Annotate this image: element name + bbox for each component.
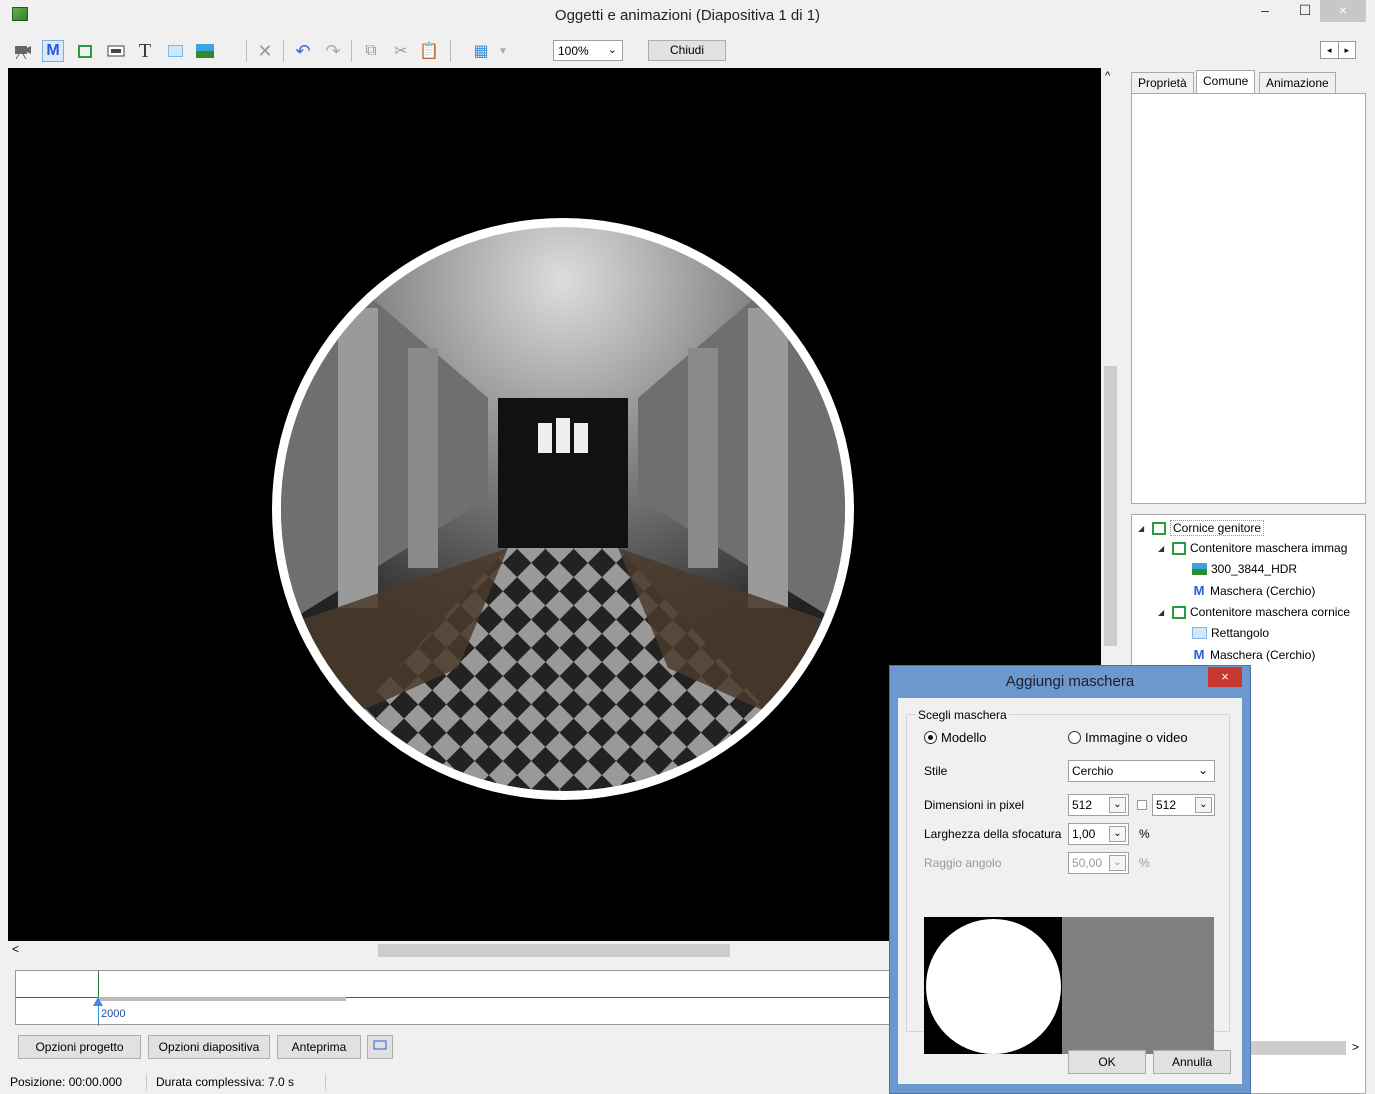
expand-icon[interactable]: ◢ <box>1158 544 1168 553</box>
blur-width-label: Larghezza della sfocatura <box>924 827 1062 841</box>
mask-icon: M <box>1193 647 1205 662</box>
rectangle-icon <box>1192 627 1207 639</box>
add-mask-dialog: Aggiungi maschera × Scegli maschera Mode… <box>889 665 1251 1094</box>
close-window-button[interactable]: × <box>1320 0 1366 22</box>
tree-item[interactable]: ◢ Contenitore maschera immag <box>1158 541 1347 555</box>
title-bar: Oggetti e animazioni (Diapositiva 1 di 1… <box>0 0 1375 32</box>
height-select[interactable]: 512 ⌄ <box>1152 794 1215 816</box>
tree-item[interactable]: M Maschera (Cerchio) <box>1192 647 1316 662</box>
extra-view-button[interactable] <box>367 1035 393 1059</box>
projector-icon[interactable] <box>12 40 34 62</box>
nav-arrows: ◂ ▸ <box>1320 41 1356 59</box>
position-status: Posizione: 00:00.000 <box>10 1075 123 1089</box>
ok-button[interactable]: OK <box>1068 1050 1146 1074</box>
grid-icon[interactable]: ▦ <box>470 40 492 62</box>
width-select[interactable]: 512 ⌄ <box>1068 794 1129 816</box>
text-icon[interactable]: T <box>134 40 156 62</box>
frame-icon <box>1172 541 1186 555</box>
redo-icon[interactable]: ↷ <box>322 40 344 62</box>
horizontal-scroll-thumb[interactable] <box>378 944 730 957</box>
tree-item[interactable]: Rettangolo <box>1192 626 1269 640</box>
style-label: Stile <box>924 764 948 778</box>
window-title: Oggetti e animazioni (Diapositiva 1 di 1… <box>554 7 821 24</box>
chevron-down-icon: ⌄ <box>1109 826 1126 842</box>
tree-item[interactable]: 300_3844_HDR <box>1192 562 1297 576</box>
image-video-radio[interactable]: Immagine o video <box>1068 730 1188 745</box>
project-options-button[interactable]: Opzioni progetto <box>18 1035 141 1059</box>
copy-icon[interactable]: ⧉ <box>360 40 382 62</box>
expand-icon[interactable]: ◢ <box>1158 608 1168 617</box>
tree-item[interactable]: ◢ Cornice genitore <box>1138 520 1265 536</box>
zoom-select[interactable]: 100% ⌄ <box>553 40 623 61</box>
chevron-down-icon: ⌄ <box>1195 797 1212 813</box>
delete-icon[interactable]: ✕ <box>254 40 276 62</box>
next-arrow-icon[interactable]: ▸ <box>1339 42 1356 58</box>
frame-icon <box>1152 521 1166 535</box>
dialog-close-button[interactable]: × <box>1208 667 1242 687</box>
lock-ratio-checkbox[interactable] <box>1137 800 1147 810</box>
tree-horizontal-scroll-thumb[interactable] <box>1248 1041 1346 1055</box>
timeline-duration-bar <box>98 997 346 1001</box>
dimensions-label: Dimensioni in pixel <box>924 798 1025 812</box>
chevron-down-icon: ⌄ <box>607 44 617 56</box>
dialog-body: Scegli maschera Modello Immagine o video… <box>898 698 1242 1084</box>
paste-icon[interactable]: 📋 <box>418 40 440 62</box>
image-icon[interactable] <box>194 40 216 62</box>
button-object-icon[interactable] <box>105 40 127 62</box>
keyframe-time: 2000 <box>101 1008 126 1020</box>
timeline-cursor[interactable] <box>98 971 99 997</box>
radius-unit: % <box>1139 856 1150 870</box>
close-button[interactable]: Chiudi <box>648 40 726 61</box>
mask-circle-shape <box>926 919 1061 1054</box>
blur-unit: % <box>1139 827 1150 841</box>
rectangle-icon[interactable] <box>164 40 186 62</box>
window-icon <box>373 1040 387 1050</box>
cut-icon[interactable]: ✂ <box>390 40 412 62</box>
toolbar: M T ✕ ↶ ↷ ⧉ ✂ 📋 ▦ ▼ 100% ⌄ Chiudi ◂ ▸ <box>0 32 1375 68</box>
scroll-left-arrow-icon[interactable]: < <box>12 942 19 956</box>
prev-arrow-icon[interactable]: ◂ <box>1321 42 1339 58</box>
radio-checked-icon <box>924 731 937 744</box>
tree-item[interactable]: ◢ Contenitore maschera cornice <box>1158 605 1350 619</box>
tab-animation[interactable]: Animazione <box>1259 72 1336 94</box>
template-radio[interactable]: Modello <box>924 730 987 745</box>
chevron-down-icon: ⌄ <box>1109 797 1126 813</box>
slide-options-button[interactable]: Opzioni diapositiva <box>148 1035 270 1059</box>
expand-icon[interactable]: ◢ <box>1138 524 1148 533</box>
chevron-down-icon: ⌄ <box>1109 855 1126 871</box>
scroll-up-arrow-icon[interactable]: ^ <box>1105 70 1110 82</box>
frame-icon <box>1172 605 1186 619</box>
blur-width-select[interactable]: 1,00 ⌄ <box>1068 823 1129 845</box>
style-select[interactable]: Cerchio ⌄ <box>1068 760 1215 782</box>
tab-properties[interactable]: Proprietà <box>1131 72 1194 94</box>
chevron-down-icon: ⌄ <box>1197 763 1208 777</box>
tree-item[interactable]: M Maschera (Cerchio) <box>1192 583 1316 598</box>
mask-preview <box>924 917 1214 1054</box>
corner-radius-label: Raggio angolo <box>924 856 1002 870</box>
corner-radius-select: 50,00 ⌄ <box>1068 852 1129 874</box>
cancel-button[interactable]: Annulla <box>1153 1050 1231 1074</box>
radio-unchecked-icon <box>1068 731 1081 744</box>
vertical-scroll-thumb[interactable] <box>1104 366 1117 646</box>
frame-icon[interactable] <box>74 40 96 62</box>
tab-common[interactable]: Comune <box>1196 70 1256 94</box>
properties-pane <box>1131 93 1366 504</box>
grid-dropdown-icon[interactable]: ▼ <box>492 40 514 62</box>
undo-icon[interactable]: ↶ <box>292 40 314 62</box>
maximize-button[interactable]: ☐ <box>1290 0 1320 22</box>
scroll-right-arrow-icon[interactable]: > <box>1352 1040 1359 1054</box>
mask-group-label: Scegli maschera <box>916 708 1009 722</box>
minimize-button[interactable]: – <box>1250 0 1280 22</box>
mask-icon: M <box>1193 583 1205 598</box>
mask-icon[interactable]: M <box>42 40 64 62</box>
dialog-title: Aggiungi maschera <box>1005 673 1135 690</box>
duration-status: Durata complessiva: 7.0 s <box>156 1075 295 1089</box>
preview-button[interactable]: Anteprima <box>277 1035 361 1059</box>
image-icon <box>1192 563 1207 575</box>
